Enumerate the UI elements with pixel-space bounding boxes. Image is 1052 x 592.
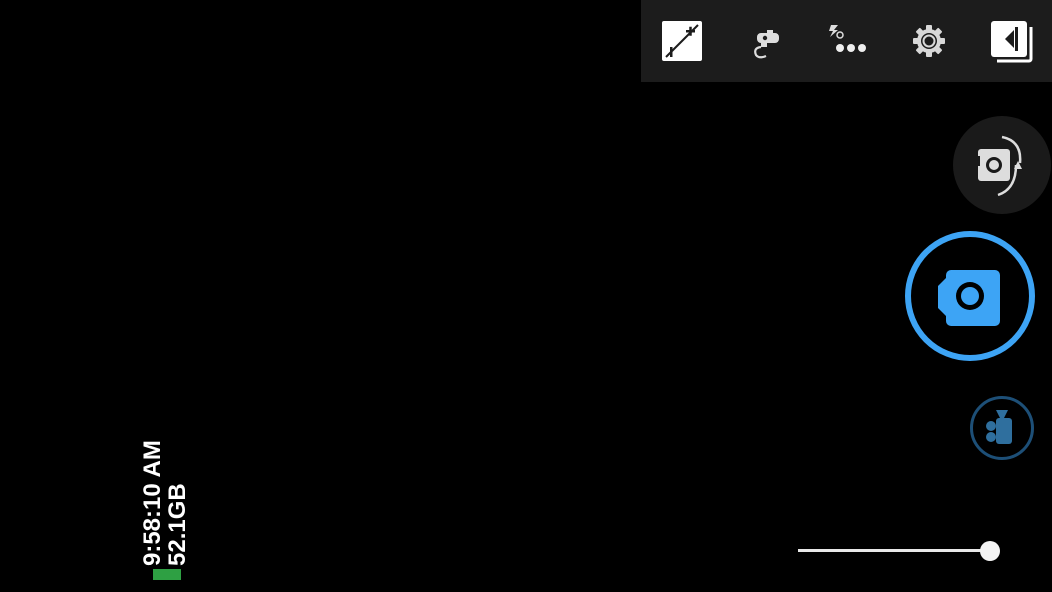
video-mode-button[interactable] xyxy=(970,396,1034,460)
flash-more-button[interactable] xyxy=(818,13,874,69)
video-camera-icon xyxy=(986,410,1012,444)
settings-button[interactable] xyxy=(901,13,957,69)
switch-camera-icon xyxy=(976,135,1022,197)
settings-icon xyxy=(913,25,945,57)
top-toolbar xyxy=(641,0,1052,82)
zoom-track[interactable] xyxy=(798,549,992,552)
exposure-button[interactable] xyxy=(654,13,710,69)
white-balance-button[interactable] xyxy=(737,13,793,69)
zoom-slider[interactable] xyxy=(798,538,1006,564)
camera-icon xyxy=(938,270,1000,326)
shutter-button[interactable] xyxy=(905,231,1035,361)
exposure-icon xyxy=(662,21,702,61)
switch-camera-button[interactable] xyxy=(953,116,1051,214)
storage-text: 52.1GB xyxy=(164,483,191,566)
status-overlay: 9:58:10 AM 52.1GB xyxy=(139,408,191,588)
battery-indicator xyxy=(153,569,181,580)
flash-more-icon xyxy=(829,25,866,52)
time-text: 9:58:10 AM xyxy=(139,440,166,566)
white-balance-icon xyxy=(754,30,779,59)
gallery-button[interactable] xyxy=(983,13,1039,69)
gallery-icon xyxy=(991,21,1033,63)
zoom-thumb[interactable] xyxy=(980,541,1000,561)
